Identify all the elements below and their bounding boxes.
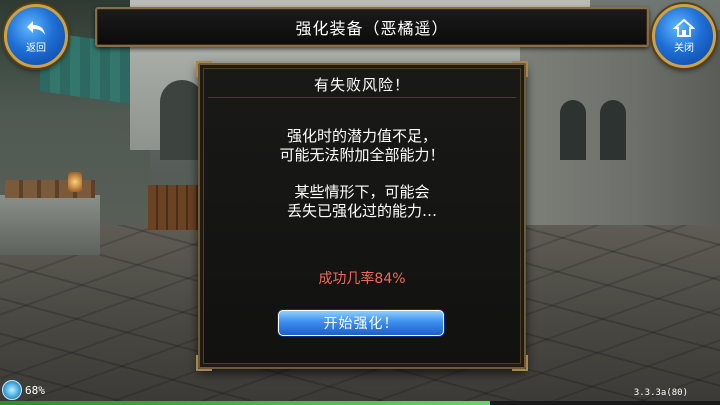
frame-corner <box>196 355 212 371</box>
message-line: 某些情形下，可能会 <box>294 183 430 201</box>
warning-dialog: 有失败风险！ 强化时的潜力值不足， 可能无法附加全部能力！ 某些情形下，可能会 … <box>196 61 528 371</box>
building-window <box>600 100 626 160</box>
version-text: 3.3.3a(80) <box>633 388 688 398</box>
energy-status: 68% <box>2 380 45 400</box>
frame-corner <box>512 355 528 371</box>
wooden-cart <box>148 185 203 230</box>
back-label: 返回 <box>26 43 46 54</box>
building-window <box>560 100 586 160</box>
message-line: 强化时的潜力值不足， <box>286 127 437 145</box>
exp-bar <box>0 401 720 405</box>
success-rate-text: 成功几率84% <box>318 271 406 287</box>
energy-value: 68% <box>25 383 45 397</box>
close-label: 关闭 <box>674 43 694 54</box>
exp-bar-fill <box>0 401 490 405</box>
energy-orb-icon <box>2 380 22 400</box>
dialog-title: 有失败风险！ <box>313 75 410 94</box>
message-line: 丢失已强化过的能力… <box>286 202 437 220</box>
lantern <box>68 172 82 192</box>
title-bar: 强化装备（恶橘遥） <box>95 7 649 47</box>
start-enhance-button[interactable]: 开始强化！ <box>278 310 444 336</box>
home-icon <box>673 18 695 38</box>
close-button[interactable]: 关闭 <box>652 4 716 68</box>
back-button[interactable]: 返回 <box>4 4 68 68</box>
page-title: 强化装备（恶橘遥） <box>295 19 449 38</box>
dialog-message: 强化时的潜力值不足， 可能无法附加全部能力！ 某些情形下，可能会 丢失已强化过的… <box>200 127 524 221</box>
message-line: 可能无法附加全部能力！ <box>279 146 445 164</box>
shop-counter <box>0 195 100 255</box>
back-arrow-icon <box>25 18 47 38</box>
dialog-header: 有失败风险！ <box>208 71 516 98</box>
